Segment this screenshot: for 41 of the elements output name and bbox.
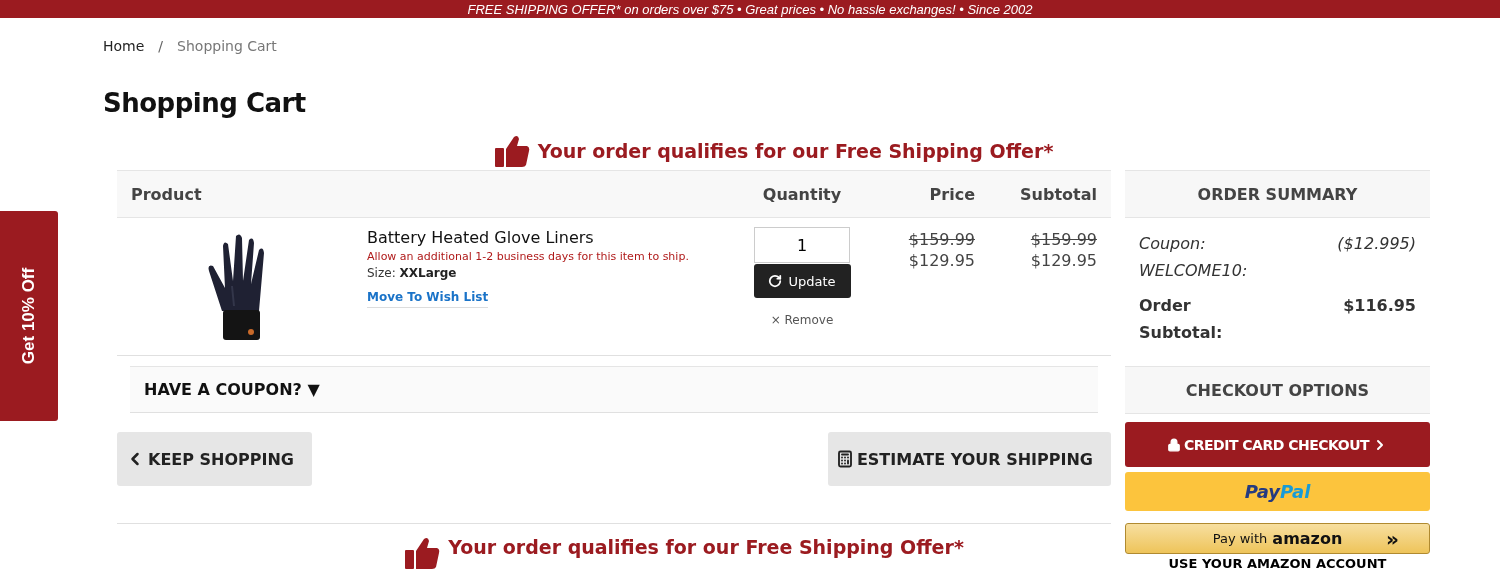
discount-tab[interactable]: Get 10% Off: [0, 211, 58, 421]
estimate-shipping-button[interactable]: ESTIMATE YOUR SHIPPING: [827, 432, 1111, 486]
paypal-button[interactable]: PayPal: [1125, 472, 1430, 511]
page-title: Shopping Cart: [103, 88, 307, 118]
amazon-account-note: USE YOUR AMAZON ACCOUNT: [1167, 556, 1388, 571]
column-header: Product: [130, 184, 203, 204]
thumbs-up-icon: [404, 536, 441, 570]
product-size: Size: XXLarge: [367, 266, 458, 280]
keep-shopping-button[interactable]: KEEP SHOPPING: [117, 432, 312, 486]
shipping-notice: Your order qualifies for our Free Shipping Offer*: [537, 140, 1054, 162]
remove-link[interactable]: × Remove: [770, 313, 834, 327]
breadcrumb-separator: /: [158, 38, 164, 54]
lock-icon: [1166, 437, 1181, 452]
product-name[interactable]: Battery Heated Glove Liners: [367, 228, 737, 247]
summary-value: $116.95: [1343, 295, 1416, 317]
summary-title: ORDER SUMMARY: [1197, 184, 1358, 204]
quantity-field[interactable]: 1: [754, 227, 850, 263]
calculator-icon: [835, 450, 854, 468]
credit-card-checkout-button[interactable]: CREDIT CARD CHECKOUT: [1125, 422, 1430, 467]
refresh-icon: [768, 274, 783, 288]
promo-text: FREE SHIPPING OFFER* on orders over $75 • Great prices • No hassle exchanges! • Since 2002: [467, 2, 1033, 16]
column-header: Quantity: [761, 184, 843, 204]
thumbs-up-icon: [493, 134, 530, 168]
subtotal: $129.95: [1030, 251, 1097, 270]
wish-list-link[interactable]: Move To Wish List: [367, 290, 489, 308]
summary-label: Coupon: WELCOME10:: [1139, 233, 1249, 282]
summary-label: Order Subtotal:: [1139, 295, 1224, 344]
coupon-toggle[interactable]: HAVE A COUPON? ▼: [130, 366, 1098, 413]
shipping-notice: Your order qualifies for our Free Shipping Offer*: [448, 536, 964, 558]
update-button[interactable]: Update: [753, 264, 851, 298]
shipping-note: Allow an additional 1-2 business days for this item to ship.: [367, 250, 690, 263]
original-subtotal: $159.99: [1030, 230, 1097, 249]
column-header: Price: [928, 184, 976, 204]
amazon-pay-button[interactable]: Pay with amazon »: [1125, 523, 1430, 554]
breadcrumb-link[interactable]: Home: [103, 38, 145, 54]
column-header: Subtotal: [1019, 184, 1098, 204]
original-price: $159.99: [908, 230, 975, 249]
summary-value: ($12.995): [1337, 233, 1416, 255]
sale-price: $129.95: [908, 251, 975, 270]
checkout-title: CHECKOUT OPTIONS: [1185, 380, 1370, 400]
breadcrumb-current-page: Shopping Cart: [177, 38, 277, 54]
